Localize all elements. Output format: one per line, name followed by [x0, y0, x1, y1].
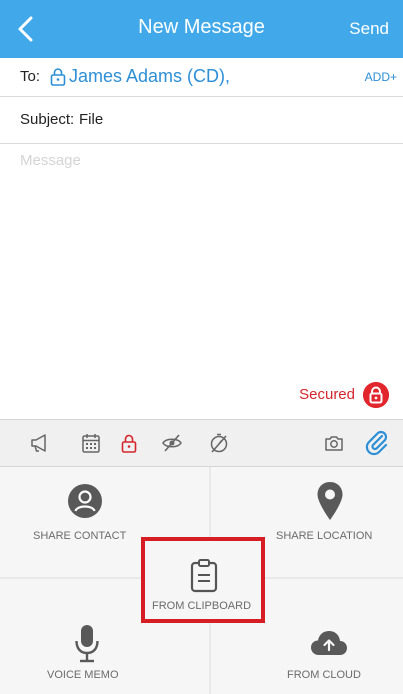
eye-off-icon[interactable] [160, 431, 184, 455]
subject-field[interactable]: Subject: File [0, 97, 403, 144]
lock-icon [363, 382, 389, 408]
message-placeholder: Message [20, 152, 81, 169]
location-pin-icon [317, 482, 343, 520]
share-location-label: SHARE LOCATION [276, 530, 373, 542]
lock-icon[interactable] [117, 431, 141, 455]
from-clipboard-label: FROM CLIPBOARD [152, 600, 252, 612]
contact-icon [68, 484, 102, 518]
from-clipboard-button[interactable]: FROM CLIPBOARD [141, 537, 265, 623]
header-bar: New Message Send [0, 0, 403, 58]
send-button[interactable]: Send [349, 19, 389, 39]
to-label: To: [20, 68, 41, 85]
secured-label: Secured [299, 386, 355, 403]
cloud-upload-icon [311, 631, 347, 655]
microphone-icon [75, 625, 99, 663]
page-title: New Message [138, 16, 265, 38]
calendar-icon[interactable] [79, 431, 103, 455]
from-cloud-label: FROM CLOUD [287, 669, 361, 681]
clipboard-icon [190, 559, 218, 593]
paperclip-icon[interactable] [363, 428, 391, 456]
message-input[interactable]: Message [0, 144, 403, 374]
secured-indicator[interactable]: Secured [269, 380, 389, 410]
camera-icon[interactable] [322, 431, 346, 455]
subject-input[interactable]: File [79, 111, 103, 128]
add-recipient-button[interactable]: ADD+ [365, 70, 397, 84]
subject-label: Subject: [20, 111, 75, 128]
megaphone-icon[interactable] [29, 431, 53, 455]
timer-off-icon[interactable] [207, 431, 231, 455]
recipient-chip[interactable]: James Adams (CD), [69, 66, 230, 87]
lock-icon [50, 68, 66, 86]
compose-toolbar [0, 419, 403, 467]
share-contact-label: SHARE CONTACT [33, 530, 127, 542]
to-field[interactable]: To: James Adams (CD), ADD+ [0, 58, 403, 97]
voice-memo-label: VOICE MEMO [47, 669, 119, 681]
